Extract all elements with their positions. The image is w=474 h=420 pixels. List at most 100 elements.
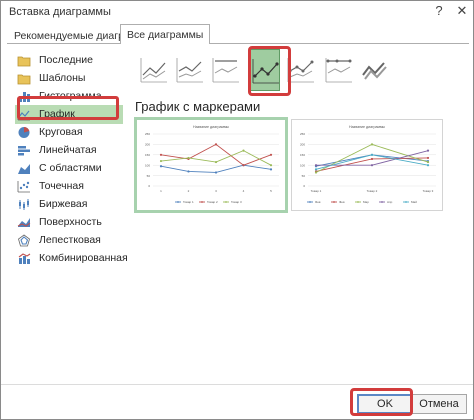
sidebar-item-label: Комбинированная <box>39 252 128 264</box>
legend-marker <box>309 201 311 203</box>
recent-folder-icon <box>17 56 31 67</box>
data-point <box>426 156 430 160</box>
footer-divider <box>1 384 473 385</box>
tab-all-charts[interactable]: Все диаграммы <box>120 24 211 44</box>
surface-chart-icon <box>17 218 31 227</box>
data-point <box>314 168 318 171</box>
data-point <box>269 164 273 167</box>
subtype-percent-stacked-line-with-markers[interactable] <box>324 49 354 91</box>
chart-title: Название диаграммы <box>193 125 229 129</box>
data-point <box>426 160 430 164</box>
x-tick-label: Товар 1 <box>311 189 322 193</box>
percent-stacked-line-chart-icon <box>212 58 239 83</box>
close-button[interactable]: ✕ <box>452 3 472 19</box>
sidebar-item-stock[interactable]: Биржевая <box>15 195 123 214</box>
legend-marker <box>333 201 335 203</box>
data-point <box>187 170 190 173</box>
legend-marker <box>405 201 407 203</box>
data-point <box>426 164 430 167</box>
y-tick-label: 100 <box>145 163 150 167</box>
legend-marker <box>201 201 203 203</box>
x-tick-label: 3 <box>215 189 217 193</box>
data-point <box>242 149 245 152</box>
y-tick-label: 150 <box>300 153 305 157</box>
data-point <box>159 153 163 156</box>
data-point <box>214 143 218 146</box>
sidebar-item-radar[interactable]: Лепестковая <box>15 231 123 250</box>
x-tick-label: Товар 3 <box>423 189 434 193</box>
legend-label: Фев <box>339 200 345 204</box>
data-point <box>159 159 163 163</box>
y-tick-label: 100 <box>300 163 305 167</box>
help-button[interactable]: ? <box>429 3 449 19</box>
sidebar-item-combo[interactable]: Комбинированная <box>15 249 128 268</box>
chart-type-list: Последние Шаблоны Гистограмма График Кру… <box>9 47 128 367</box>
legend-label: Мар <box>363 200 369 204</box>
chart-preview-2[interactable]: Название диаграммы 250 200 150 100 50 0 Товар 1… <box>291 119 443 211</box>
title-bar: Вставка диаграммы ? ✕ <box>1 1 473 23</box>
area-chart-icon <box>18 164 30 174</box>
legend-marker <box>381 201 383 203</box>
stock-chart-icon <box>19 199 29 210</box>
line-chart-icon <box>140 58 167 83</box>
legend-label: Товар 1 <box>183 200 194 204</box>
sidebar-item-label: Биржевая <box>39 198 88 210</box>
stacked-line-chart-icon <box>176 58 203 83</box>
sidebar-item-templates[interactable]: Шаблоны <box>15 69 123 88</box>
sidebar-item-label: Последние <box>39 54 94 66</box>
data-point <box>426 149 430 152</box>
sidebar-item-label: Поверхность <box>39 216 102 228</box>
sidebar-item-area[interactable]: С областями <box>15 159 123 178</box>
x-tick-label: 2 <box>188 189 190 193</box>
data-point <box>269 153 273 156</box>
chart-preview-2-svg: Название диаграммы 250 200 150 100 50 0 Товар 1… <box>300 125 436 204</box>
sidebar-item-bar[interactable]: Линейчатая <box>15 141 123 160</box>
sidebar-item-pie[interactable]: Круговая <box>15 123 123 142</box>
pie-chart-icon <box>18 126 30 138</box>
percent-stacked-line-with-markers-chart-icon <box>325 58 352 83</box>
sidebar-item-label: Линейчатая <box>39 144 97 156</box>
3d-line-chart-icon <box>362 62 387 80</box>
data-point <box>314 164 318 167</box>
chart-preview-1-svg: Название диаграммы 250 200 150 100 50 0 1 2 3 4 5 То… <box>145 125 279 204</box>
subtype-line[interactable] <box>139 49 169 91</box>
subtype-3d-line[interactable] <box>360 49 390 91</box>
data-point <box>269 168 273 171</box>
y-tick-label: 0 <box>303 184 305 188</box>
combo-chart-icon <box>18 253 31 264</box>
subtype-percent-stacked-line[interactable] <box>211 49 241 91</box>
bar-chart-icon <box>18 146 30 156</box>
legend-label: Товар 2 <box>207 200 218 204</box>
x-tick-label: Товар 2 <box>367 189 378 193</box>
x-tick-label: 1 <box>160 189 162 193</box>
legend-label: Товар 3 <box>231 200 242 204</box>
y-tick-label: 200 <box>145 143 150 147</box>
y-tick-label: 50 <box>302 174 306 178</box>
y-tick-label: 250 <box>145 132 150 136</box>
y-tick-label: 150 <box>145 153 150 157</box>
legend-marker <box>357 201 359 203</box>
subtype-stacked-line[interactable] <box>175 49 205 91</box>
sidebar-item-recent[interactable]: Последние <box>15 51 123 70</box>
legend-marker <box>177 201 179 203</box>
data-point <box>214 171 218 174</box>
legend-label: Май <box>411 200 417 204</box>
sidebar-item-label: Лепестковая <box>39 234 101 246</box>
selected-subtype-highlight <box>248 46 291 96</box>
sidebar-item-surface[interactable]: Поверхность <box>15 213 123 232</box>
chart-subtype-heading: График с маркерами <box>135 99 261 114</box>
chart-subtype-gallery <box>135 47 467 95</box>
data-point <box>370 164 374 167</box>
tab-divider <box>7 43 469 44</box>
sidebar-item-label: Шаблоны <box>39 72 86 84</box>
legend-label: Янв <box>315 200 321 204</box>
chart-preview-1[interactable]: Название диаграммы 250 200 150 100 50 0 1 2 3 4 5 То… <box>134 117 288 213</box>
chart-title: Название диаграммы <box>349 125 385 129</box>
sidebar-item-scatter[interactable]: Точечная <box>15 177 123 196</box>
legend-label: Апр <box>387 200 393 204</box>
legend-marker <box>225 201 227 203</box>
cancel-button[interactable]: Отмена <box>411 394 467 414</box>
data-point <box>314 171 318 174</box>
x-tick-label: 5 <box>270 189 272 193</box>
data-point <box>370 153 374 156</box>
